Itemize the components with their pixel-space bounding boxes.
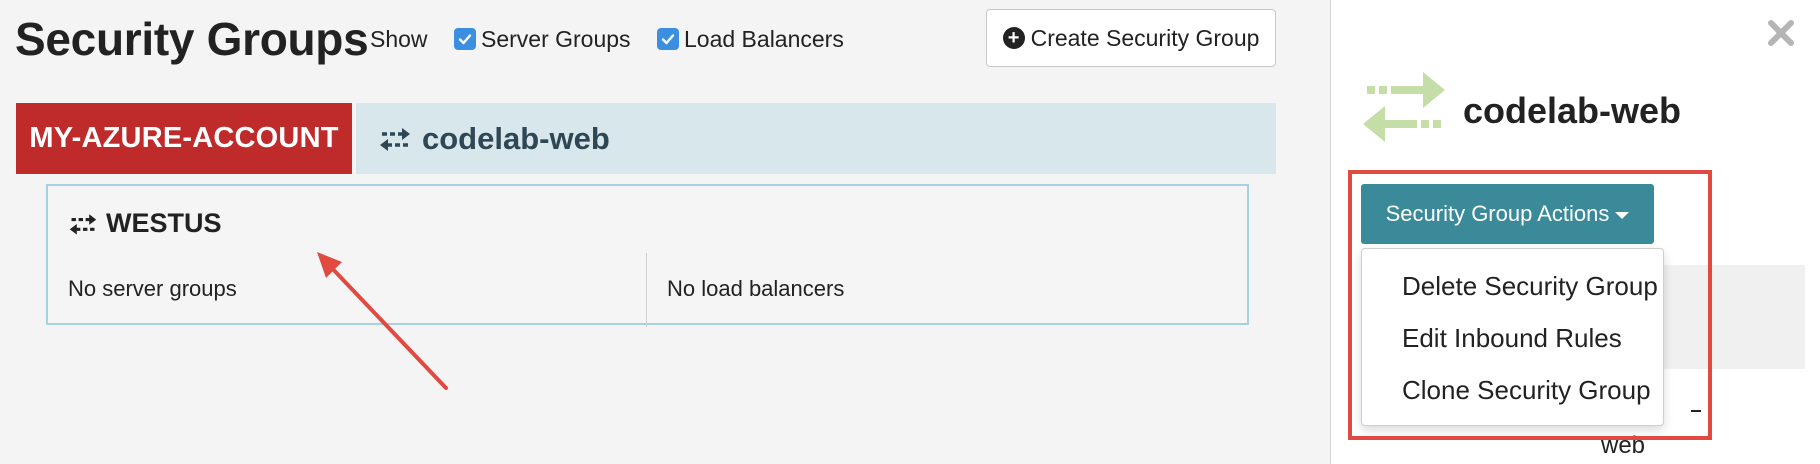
partial-detail-text: web bbox=[1601, 432, 1646, 459]
load-balancers-checkbox[interactable] bbox=[657, 28, 679, 50]
no-load-balancers-text: No load balancers bbox=[667, 276, 845, 301]
annotation-arrow-icon bbox=[317, 252, 448, 390]
create-security-group-label: Create Security Group bbox=[1030, 24, 1260, 51]
main-content: Security Groups Show Server Groups Load … bbox=[0, 0, 1330, 464]
actions-dropdown-menu: Delete Security Group Edit Inbound Rules… bbox=[1361, 248, 1664, 426]
server-groups-filter-label: Server Groups bbox=[481, 25, 631, 52]
exchange-icon bbox=[68, 212, 98, 236]
security-group-header[interactable]: codelab-web bbox=[356, 103, 1276, 174]
account-tab[interactable]: MY-AZURE-ACCOUNT bbox=[16, 103, 352, 174]
menu-item-delete-security-group[interactable]: Delete Security Group bbox=[1402, 271, 1658, 302]
close-icon[interactable] bbox=[1766, 18, 1796, 48]
create-security-group-button[interactable]: + Create Security Group bbox=[986, 9, 1276, 67]
checkmark-icon bbox=[458, 34, 472, 45]
plus-circle-icon: + bbox=[1002, 27, 1025, 49]
no-server-groups-text: No server groups bbox=[68, 276, 237, 301]
region-divider bbox=[646, 253, 647, 327]
region-title: WESTUS bbox=[68, 208, 222, 239]
show-label: Show bbox=[370, 26, 428, 52]
partial-dash bbox=[1691, 410, 1701, 412]
caret-down-icon bbox=[1615, 211, 1630, 219]
load-balancers-filter-label: Load Balancers bbox=[684, 25, 844, 52]
security-group-name: codelab-web bbox=[422, 120, 610, 156]
checkmark-icon bbox=[661, 34, 675, 45]
region-panel: WESTUS No server groups No load balancer… bbox=[46, 184, 1249, 327]
security-group-actions-button[interactable]: Security Group Actions bbox=[1361, 184, 1654, 244]
server-groups-checkbox[interactable] bbox=[454, 28, 476, 50]
details-side-panel: codelab-web web Security Group Actions D… bbox=[1330, 0, 1820, 464]
load-balancers-filter[interactable]: Load Balancers bbox=[657, 26, 844, 52]
security-group-logo-icon bbox=[1363, 72, 1445, 142]
side-panel-title: codelab-web bbox=[1463, 90, 1682, 131]
page-title: Security Groups bbox=[15, 13, 369, 65]
region-name: WESTUS bbox=[106, 208, 222, 238]
exchange-icon bbox=[378, 126, 412, 152]
menu-item-clone-security-group[interactable]: Clone Security Group bbox=[1402, 375, 1651, 406]
menu-item-edit-inbound-rules[interactable]: Edit Inbound Rules bbox=[1402, 323, 1622, 354]
server-groups-filter[interactable]: Server Groups bbox=[454, 26, 631, 52]
security-group-actions-label: Security Group Actions bbox=[1385, 201, 1610, 226]
